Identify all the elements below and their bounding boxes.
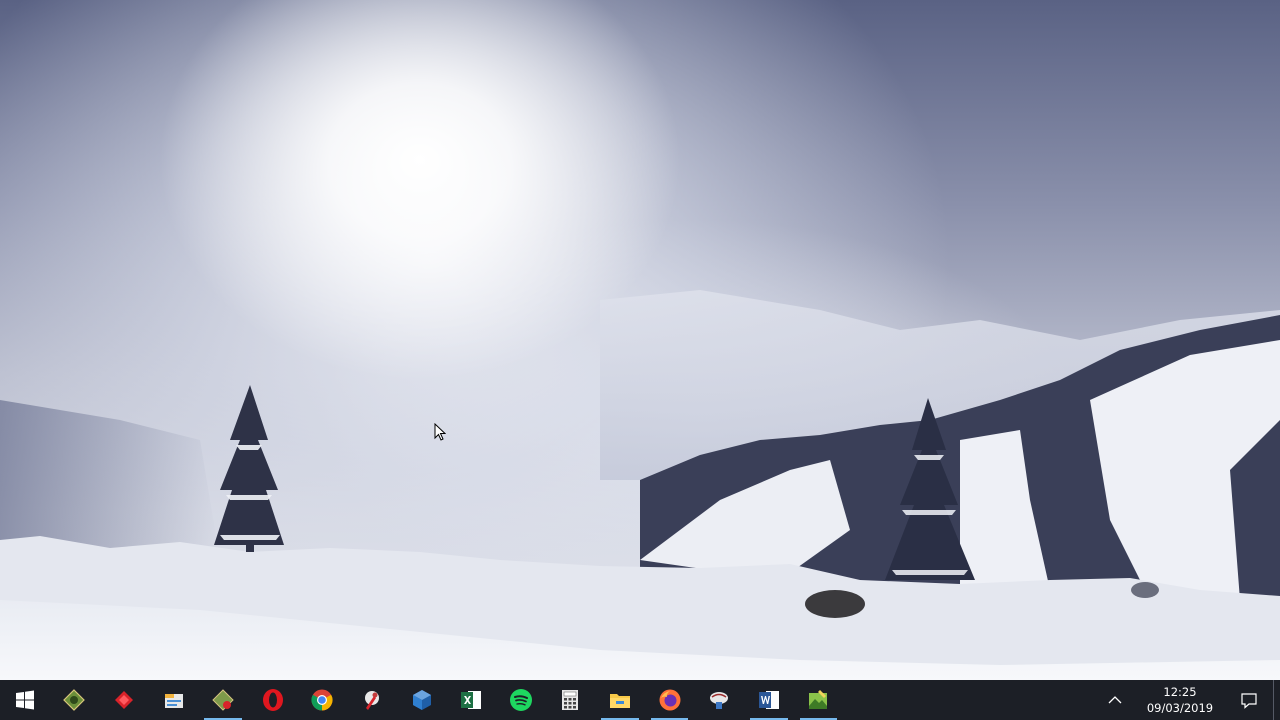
taskbar-app-spotify[interactable]	[496, 680, 546, 720]
taskbar-app-image-editor[interactable]	[198, 680, 248, 720]
image-editor-app-icon	[212, 689, 234, 711]
clock-date: 09/03/2019	[1146, 701, 1214, 715]
taskbar: 12:25 09/03/2019	[0, 680, 1280, 720]
spotify-icon	[509, 689, 532, 711]
taskbar-app-paint-tool[interactable]	[347, 680, 397, 720]
network-app-icon	[710, 692, 729, 709]
chevron-up-icon	[1108, 696, 1122, 704]
taskbar-app-virtualbox[interactable]	[397, 680, 447, 720]
file-manager-app-icon	[164, 694, 183, 708]
clock-time: 12:25	[1163, 685, 1197, 699]
snowy-landscape-image	[0, 290, 1280, 680]
windows-logo-icon	[15, 690, 34, 710]
system-tray: 12:25 09/03/2019	[1095, 680, 1280, 720]
opera-browser-icon	[262, 689, 283, 711]
taskbar-app-chrome[interactable]	[298, 680, 348, 720]
taskbar-app-firefox[interactable]	[645, 680, 695, 720]
show-hidden-icons-button[interactable]	[1095, 680, 1135, 720]
action-center-icon	[1241, 693, 1257, 709]
taskbar-app-file-explorer[interactable]	[595, 680, 645, 720]
desktop-wallpaper	[0, 0, 1280, 680]
image-viewer-app-icon	[809, 690, 828, 709]
taskbar-app-excel[interactable]	[446, 680, 496, 720]
taskbar-app-calculator[interactable]	[546, 680, 596, 720]
taskbar-app-image-viewer[interactable]	[794, 680, 844, 720]
taskbar-app-file-manager[interactable]	[149, 680, 199, 720]
firefox-browser-icon	[659, 689, 681, 711]
word-icon	[758, 691, 779, 709]
mouse-cursor-icon	[434, 423, 446, 441]
taskbar-app-word[interactable]	[744, 680, 794, 720]
taskbar-app-green-photo[interactable]	[50, 680, 100, 720]
calculator-icon	[562, 690, 579, 710]
action-center-button[interactable]	[1225, 680, 1273, 720]
clock[interactable]: 12:25 09/03/2019	[1135, 680, 1225, 720]
taskbar-app-red-diamond[interactable]	[99, 680, 149, 720]
chrome-browser-icon	[311, 689, 333, 711]
taskbar-app-opera[interactable]	[248, 680, 298, 720]
show-desktop-button[interactable]	[1273, 680, 1280, 720]
excel-icon	[461, 691, 482, 709]
green-photo-app-icon	[63, 689, 86, 711]
virtualbox-icon	[412, 690, 431, 710]
file-explorer-icon	[609, 694, 630, 708]
taskbar-app-network[interactable]	[694, 680, 744, 720]
paint-tool-app-icon	[364, 691, 379, 710]
red-diamond-app-icon	[114, 691, 133, 709]
start-button[interactable]	[0, 680, 50, 720]
